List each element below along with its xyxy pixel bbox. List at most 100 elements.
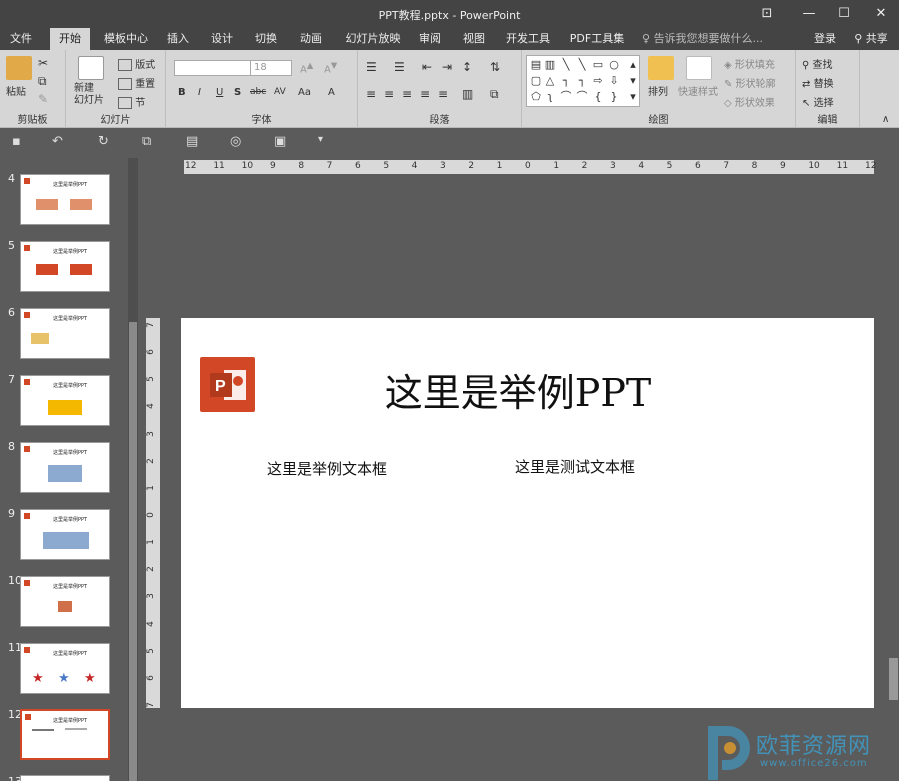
gallery-up-icon[interactable]: ▴ bbox=[627, 59, 639, 71]
bullets-icon[interactable]: ☰ bbox=[366, 60, 377, 74]
curve-shape-icon[interactable]: ʅ bbox=[544, 91, 556, 103]
vertical-textbox-shape-icon[interactable]: ▥ bbox=[544, 59, 556, 71]
underline-button[interactable]: U bbox=[216, 87, 223, 98]
right-arrow-shape-icon[interactable]: ⇨ bbox=[592, 75, 604, 87]
slide-thumbnail-10[interactable]: 这里是举例PPT bbox=[20, 576, 110, 627]
brace-shape-icon[interactable]: ⌒ bbox=[576, 91, 588, 103]
cut-icon[interactable]: ✂ bbox=[38, 56, 48, 70]
thumbnails-scrollbar[interactable] bbox=[128, 158, 138, 781]
editor-scrollbar[interactable] bbox=[888, 158, 899, 781]
grow-font-icon[interactable]: A▲ bbox=[300, 60, 313, 75]
decrease-indent-icon[interactable]: ⇤ bbox=[422, 60, 432, 74]
reset-button[interactable]: 重置 bbox=[118, 75, 155, 90]
right-brace-shape-icon[interactable]: } bbox=[608, 91, 620, 103]
undo-icon[interactable]: ↶ bbox=[52, 134, 63, 149]
align-left-icon[interactable]: ≡ bbox=[366, 87, 376, 101]
textbox-test[interactable]: 这里是测试文本框 bbox=[515, 456, 635, 477]
bold-button[interactable]: B bbox=[178, 87, 186, 98]
font-color-button[interactable]: A bbox=[328, 87, 335, 98]
textbox-example[interactable]: 这里是举例文本框 bbox=[267, 458, 387, 479]
slide-thumbnail-7[interactable]: 这里是举例PPT bbox=[20, 375, 110, 426]
smartart-icon[interactable]: ⧉ bbox=[490, 87, 499, 102]
distributed-icon[interactable]: ≡ bbox=[438, 87, 448, 101]
slide-thumbnail-4[interactable]: 这里是举例PPT bbox=[20, 174, 110, 225]
tab-review[interactable]: 审阅 bbox=[414, 28, 446, 50]
save-icon[interactable]: ▪ bbox=[12, 134, 21, 149]
slide-thumbnail-13[interactable] bbox=[20, 775, 110, 781]
tab-transitions[interactable]: 切换 bbox=[250, 28, 282, 50]
quick-styles-button[interactable]: 快速样式 bbox=[678, 83, 718, 98]
slide-thumbnail-12[interactable]: 这里是举例PPT bbox=[20, 709, 110, 760]
collapse-ribbon-icon[interactable]: ∧ bbox=[882, 114, 889, 125]
section-button[interactable]: 节 bbox=[118, 94, 145, 109]
arrange-icon[interactable] bbox=[648, 56, 674, 80]
char-spacing-button[interactable]: AV bbox=[274, 87, 286, 97]
select-button[interactable]: ↖ 选择 bbox=[802, 94, 834, 109]
maximize-button[interactable]: ☐ bbox=[827, 0, 861, 28]
slide-thumbnail-5[interactable]: 这里是举例PPT bbox=[20, 241, 110, 292]
replace-button[interactable]: ⇄ 替换 bbox=[802, 75, 834, 90]
gallery-more-icon[interactable]: ▾ bbox=[627, 91, 639, 103]
new-slide-qat-icon[interactable]: ⧉ bbox=[142, 134, 151, 149]
tab-home[interactable]: 开始 bbox=[50, 28, 90, 50]
minimize-button[interactable]: — bbox=[792, 0, 826, 28]
triangle-shape-icon[interactable]: △ bbox=[544, 75, 556, 87]
vertical-ruler[interactable]: 7 6 5 4 3 2 1 0 1 2 3 4 5 6 7 bbox=[146, 318, 160, 708]
powerpoint-logo-icon[interactable]: P bbox=[200, 357, 255, 412]
down-arrow-shape-icon[interactable]: ⇩ bbox=[608, 75, 620, 87]
line-spacing-icon[interactable]: ↕ bbox=[462, 60, 472, 74]
horizontal-ruler[interactable]: 12 11 10 9 8 7 6 5 4 3 2 1 0 1 2 3 4 5 6 7 8 9 10 11 12 bbox=[184, 160, 876, 174]
rounded-rect-shape-icon[interactable]: ▢ bbox=[530, 75, 542, 87]
columns-icon[interactable]: ▥ bbox=[462, 87, 473, 101]
customize-qat-icon[interactable]: ▾ bbox=[318, 134, 323, 145]
font-name-dropdown[interactable] bbox=[174, 60, 252, 76]
ribbon-display-icon[interactable]: ⊡ bbox=[750, 0, 784, 28]
shape-effect-button[interactable]: ◇ 形状效果 bbox=[724, 94, 775, 109]
find-button[interactable]: ⚲ 查找 bbox=[802, 56, 833, 71]
font-size-dropdown[interactable]: 18 bbox=[250, 60, 292, 76]
slide-thumbnail-6[interactable]: 这里是举例PPT bbox=[20, 308, 110, 359]
screen-record-icon[interactable]: ◎ bbox=[230, 134, 241, 149]
shadow-button[interactable]: S bbox=[234, 87, 241, 98]
arrow-line-shape-icon[interactable]: ╲ bbox=[576, 59, 588, 71]
numbering-icon[interactable]: ☰ bbox=[394, 60, 405, 74]
text-direction-icon[interactable]: ⇅ bbox=[490, 60, 500, 74]
slide-thumbnail-9[interactable]: 这里是举例PPT bbox=[20, 509, 110, 560]
layout-button[interactable]: 版式 bbox=[118, 56, 155, 71]
tab-animations[interactable]: 动画 bbox=[295, 28, 327, 50]
shape-outline-button[interactable]: ✎ 形状轮廓 bbox=[724, 75, 776, 90]
slide-thumbnail-8[interactable]: 这里是举例PPT bbox=[20, 442, 110, 493]
paste-icon[interactable] bbox=[6, 56, 32, 80]
increase-indent-icon[interactable]: ⇥ bbox=[442, 60, 452, 74]
slide-thumbnail-11[interactable]: 这里是举例PPT ★ ★ ★ bbox=[20, 643, 110, 694]
redo-icon[interactable]: ↻ bbox=[98, 134, 109, 149]
line-shape-icon[interactable]: ╲ bbox=[560, 59, 572, 71]
shape-fill-button[interactable]: ◈ 形状填充 bbox=[724, 56, 775, 71]
shrink-font-icon[interactable]: A▼ bbox=[324, 60, 337, 75]
tell-me-search[interactable]: ♀ 告诉我您想要做什么... bbox=[642, 28, 763, 50]
rectangle-shape-icon[interactable]: ▭ bbox=[592, 59, 604, 71]
present-icon[interactable]: ▣ bbox=[274, 134, 286, 149]
paste-button[interactable]: 粘贴 bbox=[6, 83, 26, 98]
strikethrough-button[interactable]: abc bbox=[250, 87, 266, 97]
quick-styles-icon[interactable] bbox=[686, 56, 712, 80]
format-painter-icon[interactable]: ✎ bbox=[38, 92, 48, 106]
close-button[interactable]: ✕ bbox=[864, 0, 898, 28]
arrange-button[interactable]: 排列 bbox=[648, 83, 668, 98]
copy-icon[interactable]: ⧉ bbox=[38, 74, 47, 89]
elbow-connector-icon[interactable]: ┐ bbox=[560, 75, 572, 87]
tab-file[interactable]: 文件 bbox=[4, 28, 38, 50]
share-button[interactable]: ⚲ 共享 bbox=[848, 28, 894, 50]
login-link[interactable]: 登录 bbox=[808, 28, 842, 50]
shapes-gallery[interactable]: ▤ ▥ ╲ ╲ ▭ ○ ▢ △ ┐ ┐ ⇨ ⇩ ⬠ ʅ ⌒ ⌒ { } ▴ ▾ … bbox=[526, 55, 640, 107]
tab-slideshow[interactable]: 幻灯片放映 bbox=[342, 28, 404, 50]
elbow-arrow-icon[interactable]: ┐ bbox=[576, 75, 588, 87]
new-slide-button[interactable]: 新建 幻灯片 bbox=[74, 83, 104, 107]
freeform-shape-icon[interactable]: ⬠ bbox=[530, 91, 542, 103]
align-center-icon[interactable]: ≡ bbox=[384, 87, 394, 101]
arc-shape-icon[interactable]: ⌒ bbox=[560, 91, 572, 103]
textbox-shape-icon[interactable]: ▤ bbox=[530, 59, 542, 71]
tab-view[interactable]: 视图 bbox=[458, 28, 490, 50]
change-case-button[interactable]: Aa bbox=[298, 87, 311, 98]
new-slide-icon[interactable] bbox=[78, 56, 104, 80]
